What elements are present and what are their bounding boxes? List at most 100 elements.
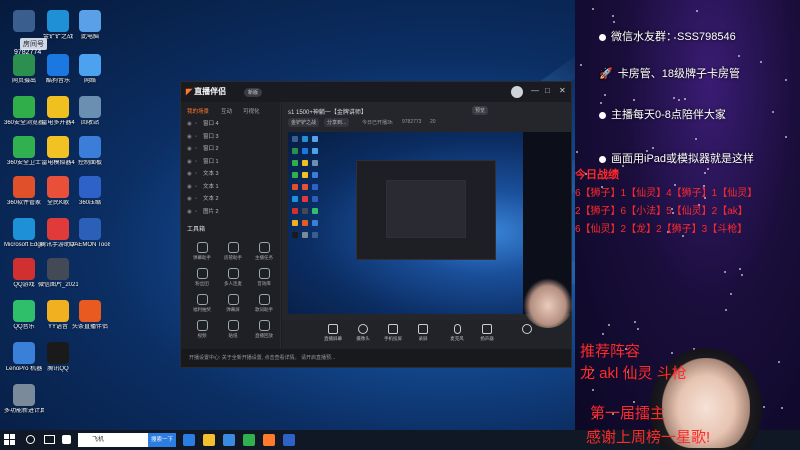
tool-button[interactable]: 弹幕助手 (189, 242, 215, 261)
desktop-icon[interactable]: 多功能新进计算器 (4, 384, 44, 415)
desktop-icon[interactable]: 此电脑 (70, 10, 110, 41)
overlay-text: 微信水友群：SSS798546 (611, 31, 736, 43)
eye-icon[interactable]: ◉ (187, 131, 192, 143)
lock-icon[interactable]: ▫ (195, 206, 197, 218)
layer-item[interactable]: ◉ ▫ 文本 2 (185, 193, 277, 205)
eye-icon[interactable]: ◉ (187, 181, 192, 193)
preview-desktop-icon (302, 196, 308, 202)
desktop-icon[interactable]: 微信图片_2021091... (38, 258, 78, 289)
app-logo: ◤ 直播伴侣 (186, 86, 226, 97)
source-toolbar: 直播屏幕 摄像头 手机投屏 录屏 麦克风 扬声器 (282, 320, 571, 350)
app-icon (13, 136, 35, 158)
preview-desktop-icon (292, 184, 298, 190)
lock-icon[interactable]: ▫ (195, 143, 197, 155)
app-icon (13, 176, 35, 198)
app-icon (13, 342, 35, 364)
tool-button[interactable]: 房管助手 (220, 242, 246, 261)
taskbar-app-icon[interactable] (183, 434, 195, 446)
lock-icon[interactable]: ▫ (195, 118, 197, 130)
eye-icon[interactable]: ◉ (187, 193, 192, 205)
desktop-icon[interactable]: 控制面板 (70, 136, 110, 167)
tool-label: 弹幕屏 (226, 307, 240, 312)
desktop-icon[interactable]: 头条直播伴侣 (70, 300, 110, 331)
app-titlebar[interactable]: ◤ 直播伴侣 新版 — □ ✕ (181, 82, 571, 102)
desktop-icon[interactable]: DAEMON Tools Lite (70, 218, 110, 249)
minimize-button[interactable]: — (531, 86, 539, 95)
lock-icon[interactable]: ▫ (195, 168, 197, 180)
speaker-button[interactable]: 扬声器 (472, 324, 502, 342)
stream-tag[interactable]: 预览 (472, 106, 489, 115)
desktop-icon[interactable]: 回收站 (70, 96, 110, 127)
taskbar-app-icon[interactable] (203, 434, 215, 446)
version-badge[interactable]: 新版 (244, 88, 263, 97)
camera-button[interactable]: 摄像头 (348, 324, 378, 342)
tool-button[interactable]: 多人连麦 (220, 268, 246, 287)
store-icon[interactable] (62, 435, 71, 444)
lock-icon[interactable]: ▫ (195, 131, 197, 143)
lock-icon[interactable]: ▫ (195, 193, 197, 205)
taskbar-app-icon[interactable] (263, 434, 275, 446)
tool-button[interactable]: 粉丝团 (189, 268, 215, 287)
star (671, 352, 673, 354)
search-button[interactable]: 搜索一下 (148, 433, 176, 447)
cortana-icon[interactable] (26, 435, 35, 444)
layer-item[interactable]: ◉ ▫ 文本 3 (185, 168, 277, 180)
stream-title[interactable]: s1 1500+神躺一【金牌讲师】 (288, 107, 367, 116)
tool-button[interactable]: 贴纸 (220, 320, 246, 339)
task-view-icon[interactable] (44, 435, 55, 444)
desktop-icon[interactable]: 腾讯QQ (38, 342, 78, 373)
eye-icon[interactable]: ◉ (187, 143, 192, 155)
app-logo-icon: ◤ (186, 87, 193, 96)
layer-item[interactable]: ◉ ▫ 文本 1 (185, 181, 277, 193)
desktop-icon[interactable]: 网络 (70, 54, 110, 85)
star (592, 8, 594, 10)
tool-button[interactable]: 直播回放 (251, 320, 277, 339)
tool-button[interactable]: 音效库 (251, 268, 277, 287)
app-icon (13, 258, 35, 280)
layer-item[interactable]: ◉ ▫ 窗口 1 (185, 156, 277, 168)
tool-icon (258, 294, 270, 305)
bullet-icon (599, 155, 606, 163)
app-name: 直播伴侣 (194, 87, 227, 96)
tool-button[interactable]: 弹幕屏 (220, 294, 246, 313)
desktop-icon-label: 网络 (83, 78, 96, 84)
start-button[interactable] (4, 434, 16, 446)
eye-icon[interactable]: ◉ (187, 156, 192, 168)
streamer-thumbnail (523, 278, 573, 328)
tab-visualization[interactable]: 可视化 (243, 107, 260, 115)
maximize-button[interactable]: □ (545, 86, 550, 95)
tool-label: 福利抽奖 (193, 307, 211, 312)
app-icon (79, 176, 101, 198)
layer-item[interactable]: ◉ ▫ 窗口 2 (185, 143, 277, 155)
close-button[interactable]: ✕ (559, 86, 566, 95)
app-icon (79, 218, 101, 240)
tool-button[interactable]: 福利抽奖 (189, 294, 215, 313)
tool-button[interactable]: 视频 (189, 320, 215, 339)
phone-cast-button[interactable]: 手机投屏 (378, 324, 408, 342)
eye-icon[interactable]: ◉ (187, 206, 192, 218)
taskbar-app-icon[interactable] (243, 434, 255, 446)
share-chip[interactable]: 分享到... (324, 118, 350, 127)
eye-icon[interactable]: ◉ (187, 118, 192, 130)
game-chip[interactable]: 金铲铲之战 (288, 118, 320, 127)
tab-interaction[interactable]: 互动 (221, 107, 232, 115)
taskbar-app-icon[interactable] (223, 434, 235, 446)
tool-button[interactable]: 歌词助手 (251, 294, 277, 313)
layer-item[interactable]: ◉ ▫ 窗口 4 (185, 118, 277, 130)
tool-button[interactable]: 主播任务 (251, 242, 277, 261)
lock-icon[interactable]: ▫ (195, 181, 197, 193)
avatar[interactable] (511, 86, 523, 98)
tab-my-scene[interactable]: 我的场景 (187, 107, 209, 115)
lock-icon[interactable]: ▫ (195, 156, 197, 168)
record-button[interactable]: 录屏 (408, 324, 438, 342)
windows-logo-icon (10, 434, 15, 439)
desktop-icon-label: 头条直播伴侣 (71, 324, 108, 330)
eye-icon[interactable]: ◉ (187, 168, 192, 180)
microphone-button[interactable]: 麦克风 (442, 324, 472, 342)
desktop-icon[interactable]: 360压缩 (70, 176, 110, 207)
screen-source-button[interactable]: 直播屏幕 (318, 324, 348, 342)
battle-record-row: 6【仙灵】2【龙】2【狮子】3【斗枪】 (575, 224, 748, 235)
layer-item[interactable]: ◉ ▫ 窗口 3 (185, 131, 277, 143)
taskbar-app-icon[interactable] (283, 434, 295, 446)
layer-item[interactable]: ◉ ▫ 图片 2 (185, 206, 277, 218)
